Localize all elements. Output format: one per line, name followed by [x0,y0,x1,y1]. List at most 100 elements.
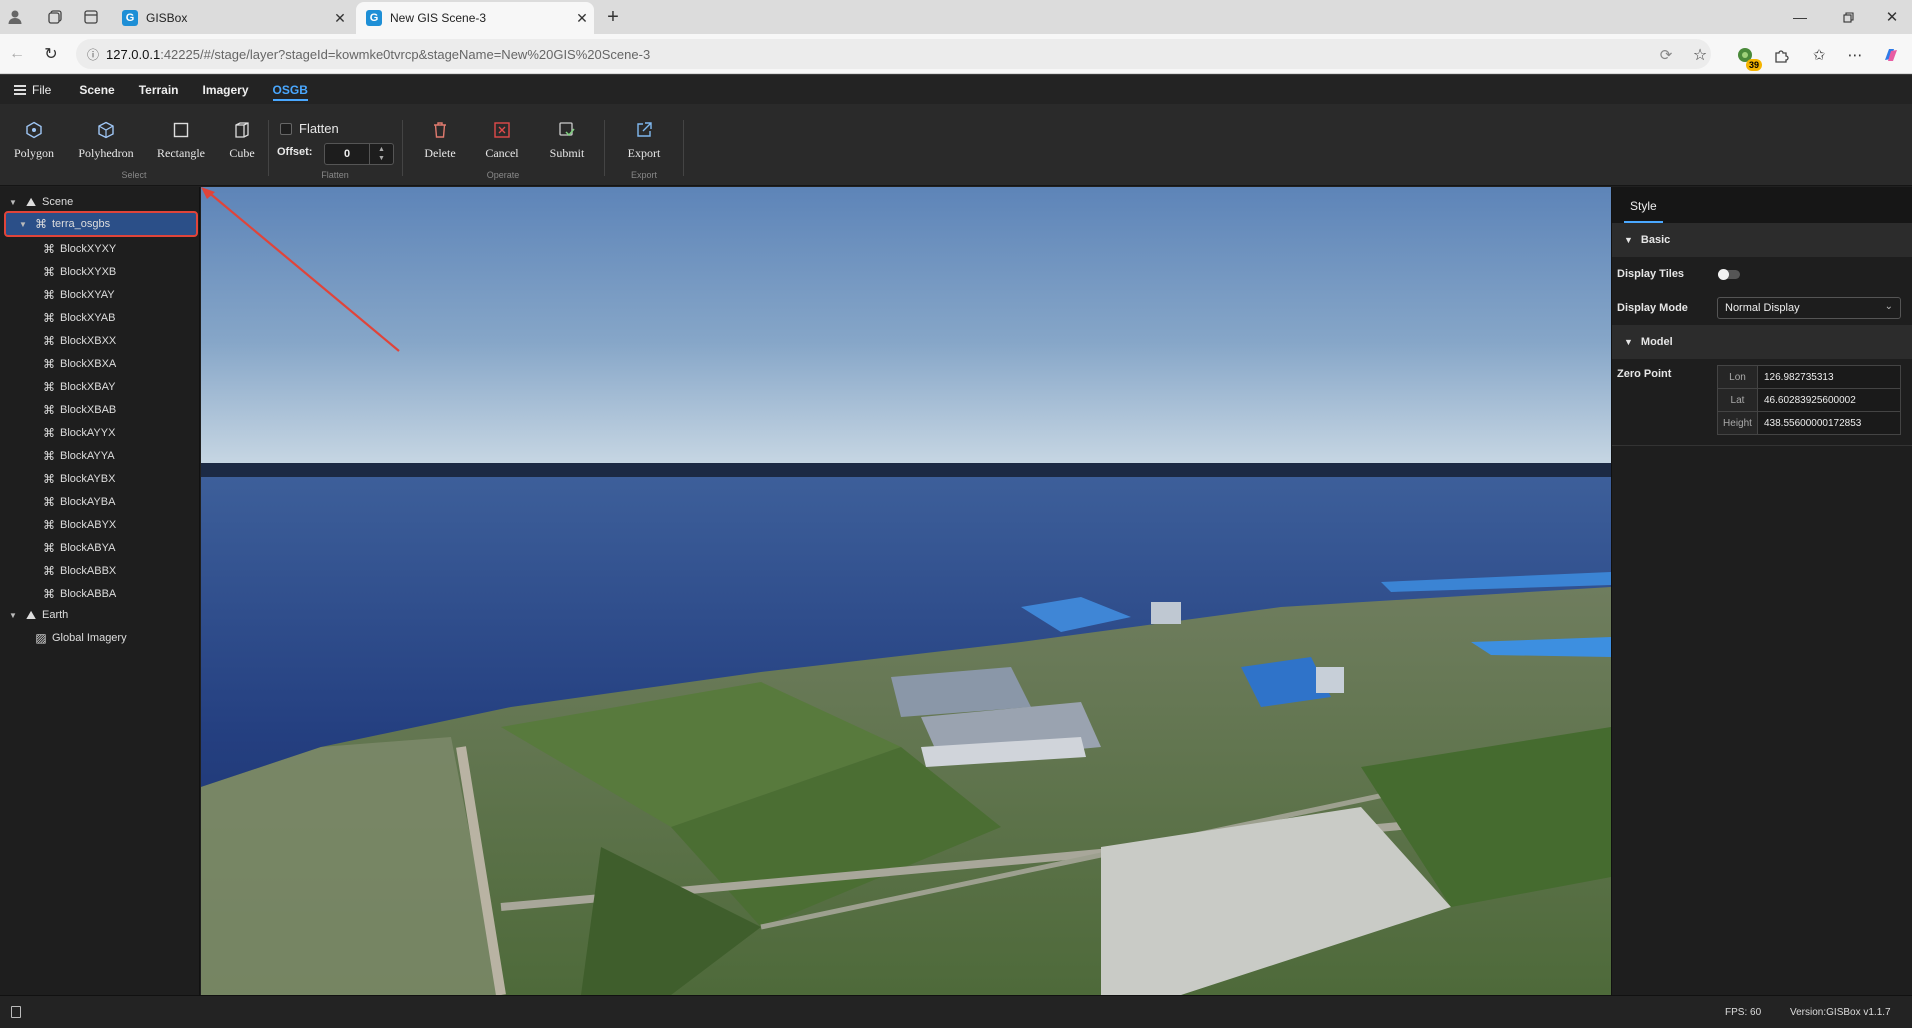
tab-style[interactable]: Style [1624,199,1663,223]
close-tab-icon[interactable]: ✕ [570,10,594,27]
lat-label: Lat [1718,389,1758,411]
minimize-icon[interactable]: — [1786,6,1814,28]
cube-tool-button[interactable]: Cube [226,118,258,161]
polyhedron-tool-button[interactable]: Polyhedron [76,118,136,161]
menu-tab-terrain[interactable]: Terrain [139,83,179,97]
workspaces-icon[interactable] [44,6,66,28]
collapse-caret-icon[interactable]: ▼ [8,611,18,620]
height-input[interactable]: 438.55600000172853 [1758,412,1900,434]
tab-gisbox[interactable]: G GISBox ✕ [112,2,352,34]
osgb-block-icon: ⌘ [43,380,55,394]
tree-node-block[interactable]: ⌘ BlockXYAB [0,307,200,329]
favorites-icon[interactable]: ✩ [1808,44,1830,66]
submit-button[interactable]: Submit [546,118,588,161]
offset-stepper[interactable]: 0 ▲ ▼ [324,143,394,165]
osgb-block-icon: ⌘ [43,288,55,302]
tree-node-earth[interactable]: ▼ ⛰ Earth [0,604,200,626]
vertical-tabs-icon[interactable] [80,6,102,28]
refresh-icon[interactable]: ↻ [40,43,62,65]
tab-title: New GIS Scene-3 [390,11,487,25]
toolbar-divider [604,120,605,176]
tree-node-block[interactable]: ⌘ BlockAYYA [0,445,200,467]
lon-input[interactable]: 126.982735313 [1758,366,1900,388]
export-icon [635,118,653,142]
restore-icon[interactable] [1834,6,1862,28]
close-tab-icon[interactable]: ✕ [328,10,352,27]
polygon-tool-button[interactable]: Polygon [13,118,55,161]
extension-icon[interactable]: 39 [1734,44,1762,71]
tree-node-label: BlockXBXA [60,358,117,370]
osgb-block-icon: ⌘ [43,564,55,578]
tree-node-block[interactable]: ⌘ BlockXBXX [0,330,200,352]
tree-node-block[interactable]: ⌘ BlockABBX [0,560,200,582]
cancel-button[interactable]: Cancel [482,118,522,161]
log-icon[interactable] [11,1006,21,1018]
profile-icon[interactable] [4,6,26,28]
tree-node-label: BlockAYBX [60,473,116,485]
rectangle-tool-button[interactable]: Rectangle [154,118,208,161]
tree-node-block[interactable]: ⌘ BlockAYBA [0,491,200,513]
osgb-block-icon: ⌘ [43,426,55,440]
offset-spin-buttons[interactable]: ▲ ▼ [369,144,393,164]
tree-node-label: BlockAYBA [60,496,116,508]
zero-point-row: Zero Point Lon 126.982735313 Lat 46.6028… [1612,359,1912,441]
site-info-icon[interactable]: ⓘ [80,46,106,63]
file-menu-label: File [32,82,52,97]
collapse-caret-icon[interactable]: ▼ [8,198,18,207]
tab-title: GISBox [146,11,188,25]
menu-tab-scene[interactable]: Scene [79,83,114,97]
tree-node-global-imagery[interactable]: ▨ Global Imagery [0,627,200,649]
more-options-icon[interactable]: ⋯ [1844,44,1866,66]
tree-node-block[interactable]: ⌘ BlockXYAY [0,284,200,306]
tree-node-block[interactable]: ⌘ BlockXBAY [0,376,200,398]
delete-label: Delete [424,146,456,160]
tree-node-block[interactable]: ⌘ BlockXBAB [0,399,200,421]
menu-tab-osgb[interactable]: OSGB [272,83,308,101]
tree-node-terra-osgbs[interactable]: ▼ ⌘ terra_osgbs [4,211,198,237]
display-mode-value: Normal Display [1725,302,1800,314]
tree-node-block[interactable]: ⌘ BlockABYX [0,514,200,536]
section-model[interactable]: ▼ Model [1612,325,1912,359]
tree-node-block[interactable]: ⌘ BlockXYXB [0,261,200,283]
section-basic[interactable]: ▼ Basic [1612,223,1912,257]
tree-node-block[interactable]: ⌘ BlockAYBX [0,468,200,490]
osgb-toolbar: Polygon Polyhedron Rectangle Cube Select… [0,104,1912,186]
copilot-icon[interactable] [1880,44,1902,66]
back-icon[interactable]: ← [6,43,28,65]
url-path: :42225/#/stage/layer?stageId=kowmke0tvrc… [160,46,651,62]
lat-input[interactable]: 46.60283925600002 [1758,389,1900,411]
tree-node-block[interactable]: ⌘ BlockABYA [0,537,200,559]
scene-render [201,187,1611,995]
export-button[interactable]: Export [624,118,664,161]
favorite-star-icon[interactable]: ☆ [1689,44,1711,66]
tree-node-label: BlockABBX [60,565,117,577]
read-aloud-icon[interactable]: ⟳ [1656,45,1676,65]
delete-button[interactable]: Delete [420,118,460,161]
chevron-down-icon: ⌄ [1884,301,1893,312]
export-group-label: Export [630,170,657,180]
close-window-icon[interactable]: ✕ [1878,6,1906,28]
tree-node-block[interactable]: ⌘ BlockXYXY [0,238,200,260]
extensions-puzzle-icon[interactable] [1770,44,1792,66]
tab-new-gis-scene[interactable]: G New GIS Scene-3 ✕ [356,2,594,34]
layer-tree-panel: ▼ ⛰ Scene ▼ ⌘ terra_osgbs ⌘ BlockXYXY ⌘ Blo… [0,187,200,995]
display-mode-select[interactable]: Normal Display ⌄ [1717,297,1901,319]
display-tiles-toggle[interactable] [1718,269,1740,280]
operate-group-label: Operate [486,170,520,180]
new-tab-icon[interactable]: + [600,4,626,30]
tree-node-scene[interactable]: ▼ ⛰ Scene [0,191,200,213]
flatten-checkbox[interactable] [280,123,292,135]
toolbar-divider [683,120,684,176]
collapse-caret-icon[interactable]: ▼ [18,220,28,229]
menu-tab-imagery[interactable]: Imagery [203,83,249,97]
imagery-layer-icon: ▨ [35,631,47,645]
tree-node-block[interactable]: ⌘ BlockABBA [0,583,200,605]
file-menu[interactable]: File [14,83,51,97]
display-mode-row: Display Mode Normal Display ⌄ [1612,291,1912,325]
tree-node-block[interactable]: ⌘ BlockAYYX [0,422,200,444]
horizon-band [201,463,1611,479]
export-label: Export [627,146,661,160]
3d-scene-viewport[interactable] [201,187,1611,995]
tree-node-block[interactable]: ⌘ BlockXBXA [0,353,200,375]
url-input[interactable]: ⓘ 127.0.0.1:42225/#/stage/layer?stageId=… [76,39,1711,69]
